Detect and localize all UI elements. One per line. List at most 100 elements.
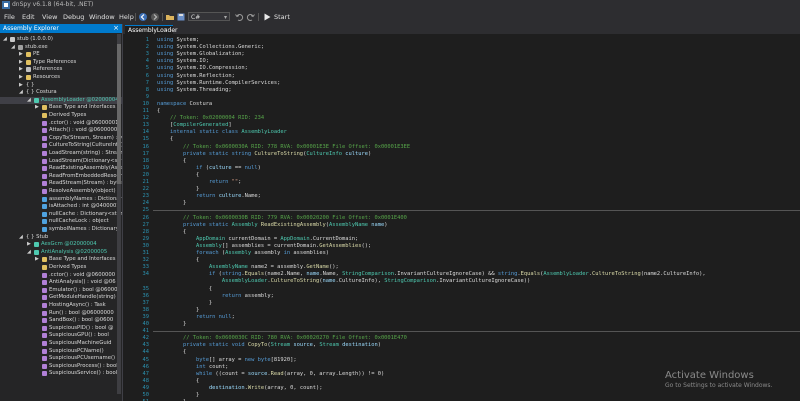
tree-item[interactable]: Derived Types	[0, 112, 122, 119]
close-tab-icon[interactable]: ×	[163, 27, 168, 34]
tree-item-label: symbolNames : Dictionary	[49, 226, 119, 232]
menu-window[interactable]: Window	[89, 13, 115, 21]
tree-item-label: Derived Types	[49, 264, 87, 270]
tree-item[interactable]: ▶ Resources	[0, 74, 122, 81]
code-line: AppDomain currentDomain = AppDomain.Curr…	[195, 235, 359, 242]
tree-item[interactable]: ▶ PE	[0, 51, 122, 58]
menu-debug[interactable]: Debug	[63, 13, 84, 21]
tree-item[interactable]: CultureToString(CultureInfo)	[0, 142, 122, 149]
tree-item[interactable]: SuspiciousService() : bool	[0, 370, 122, 377]
collapse-arrow-icon[interactable]: ◢	[19, 234, 24, 240]
collapse-arrow-icon[interactable]: ◢	[11, 44, 16, 50]
line-number: 21	[142, 179, 150, 185]
menu-view[interactable]: View	[42, 13, 57, 21]
tree-item[interactable]: SuspiciousMachineGuid	[0, 340, 122, 347]
tree-item[interactable]: ▶ Base Type and Interfaces	[0, 104, 122, 111]
tree-item[interactable]: symbolNames : Dictionary	[0, 226, 122, 233]
menu-edit[interactable]: Edit	[22, 13, 35, 21]
tree-item[interactable]: ◢ AssemblyLoader @02000004	[0, 96, 122, 104]
tree-item[interactable]: ◢{ } Costura	[0, 89, 122, 96]
chevron-down-icon: ▾	[223, 14, 227, 21]
tree-item[interactable]: LoadStream(Dictionary<string>)	[0, 158, 122, 165]
line-number: 18	[142, 157, 150, 164]
expand-arrow-icon[interactable]: ▶	[27, 241, 32, 247]
tree-item[interactable]: CopyTo(Stream, Stream) : void	[0, 135, 122, 142]
tree-item[interactable]: ▶ Base Type and Interfaces	[0, 256, 122, 263]
line-number: 10	[142, 100, 150, 107]
tree-item[interactable]: SuspiciousPCName()	[0, 348, 122, 355]
code-line: using System.IO;	[157, 58, 209, 65]
tree-item[interactable]: ResolveAssembly(object)	[0, 188, 122, 195]
tree-node-icon	[42, 348, 47, 354]
tree-item[interactable]: SuspiciousPCUsername()	[0, 355, 122, 362]
expand-arrow-icon[interactable]: ▶	[19, 82, 24, 88]
save-icon[interactable]	[176, 12, 186, 22]
close-icon[interactable]: ×	[113, 24, 119, 32]
tree-item[interactable]: ◢ stub (1.0.0.0)	[0, 36, 122, 43]
tree-item[interactable]: LoadStream(string) : Stream	[0, 150, 122, 157]
tree-item[interactable]: ◢{ } Stub	[0, 234, 122, 241]
tree-item[interactable]: SuspiciousPID() : bool @	[0, 325, 122, 332]
tree-item[interactable]: ◢ stub.exe	[0, 44, 122, 51]
tree-node-icon	[42, 325, 47, 331]
tree-item[interactable]: HostingAsync() : Task	[0, 302, 122, 309]
tree-item[interactable]: isAttached : int @0400001	[0, 203, 122, 210]
tree-item[interactable]: ReadFromEmbeddedResources	[0, 173, 122, 180]
tree-item[interactable]: Attach() : void @06000004	[0, 127, 122, 134]
code-line: {	[157, 108, 161, 114]
expand-arrow-icon[interactable]: ▶	[19, 59, 24, 65]
collapse-arrow-icon[interactable]: ◢	[19, 89, 24, 95]
scrollbar-thumb[interactable]	[117, 44, 121, 184]
tree-item[interactable]: SuspiciousProcess() : bool	[0, 363, 122, 370]
tree-item[interactable]: nullCache : Dictionary<string>	[0, 211, 122, 218]
tree-item-label: Base Type and Interfaces	[49, 104, 116, 111]
forward-icon[interactable]	[150, 12, 160, 22]
tree-item[interactable]: ▶ AesGcm @02000004	[0, 241, 122, 248]
tree-node-icon	[42, 310, 47, 316]
tree-item[interactable]: SandBox() : bool @0600	[0, 317, 122, 324]
tree-item[interactable]: ◢ AntiAnalysis @02000005	[0, 249, 122, 256]
tree-node-icon	[42, 189, 47, 194]
expand-arrow-icon[interactable]: ▶	[35, 104, 40, 110]
tree-item[interactable]: AntiAnalysis() : void @06	[0, 279, 122, 286]
explorer-scrollbar[interactable]	[117, 34, 121, 394]
code-line: {	[157, 228, 187, 235]
language-select[interactable]: C# ▾	[188, 12, 230, 21]
tree-item[interactable]: Emulator() : bool @06000	[0, 287, 122, 294]
expand-arrow-icon[interactable]: ▶	[19, 66, 24, 72]
tree-item[interactable]: GetModuleHandle(string)	[0, 294, 122, 301]
collapse-arrow-icon[interactable]: ◢	[27, 97, 32, 103]
tree-item[interactable]: nullCacheLock : object	[0, 218, 122, 225]
tree-item[interactable]: .cctor() : void @0600000	[0, 272, 122, 279]
code-line: if (culture == null)	[195, 164, 261, 171]
redo-icon[interactable]	[246, 12, 256, 22]
expand-arrow-icon[interactable]: ▶	[35, 256, 40, 262]
tree-item[interactable]: ▶ References	[0, 66, 122, 73]
undo-icon[interactable]	[234, 12, 244, 22]
code-line: AssemblyLoader.CultureToString(name.Cult…	[221, 278, 531, 285]
code-line: foreach (Assembly assembly in assemblies…	[195, 250, 330, 256]
collapse-arrow-icon[interactable]: ◢	[3, 36, 8, 42]
menu-file[interactable]: File	[4, 13, 15, 21]
tree-item[interactable]: ▶ Type References	[0, 59, 122, 66]
tab-assemblyloader[interactable]: AssemblyLoader ×	[125, 25, 177, 34]
collapse-arrow-icon[interactable]: ◢	[27, 249, 32, 255]
tree-item[interactable]: ReadExistingAssembly(AssemblyName)	[0, 165, 122, 172]
start-debug-icon[interactable]	[262, 12, 272, 22]
expand-arrow-icon[interactable]: ▶	[19, 51, 24, 57]
tree-item[interactable]: assemblyNames : Dictionary	[0, 196, 122, 203]
tree-item[interactable]: Run() : bool @06000000	[0, 310, 122, 317]
tree-item[interactable]: ReadStream(Stream) : byte[]	[0, 180, 122, 187]
tree-item[interactable]: .cctor() : void @06000001	[0, 120, 122, 127]
code-editor[interactable]: 1 using System; 2 using System.Collections.…	[123, 34, 800, 401]
tree-item[interactable]: ▶{ }	[0, 82, 122, 89]
open-folder-icon[interactable]	[165, 12, 175, 22]
back-icon[interactable]	[138, 12, 148, 22]
start-button[interactable]: Start	[274, 13, 290, 21]
menu-help[interactable]: Help	[119, 13, 134, 21]
tree-item[interactable]: Derived Types	[0, 264, 122, 271]
code-line: // Token: 0x0600030B RID: 779 RVA: 0x000…	[182, 214, 407, 221]
expand-arrow-icon[interactable]: ▶	[19, 74, 24, 80]
tree-item[interactable]: SuspiciousGPU() : bool	[0, 332, 122, 339]
line-number: 32	[142, 257, 150, 264]
